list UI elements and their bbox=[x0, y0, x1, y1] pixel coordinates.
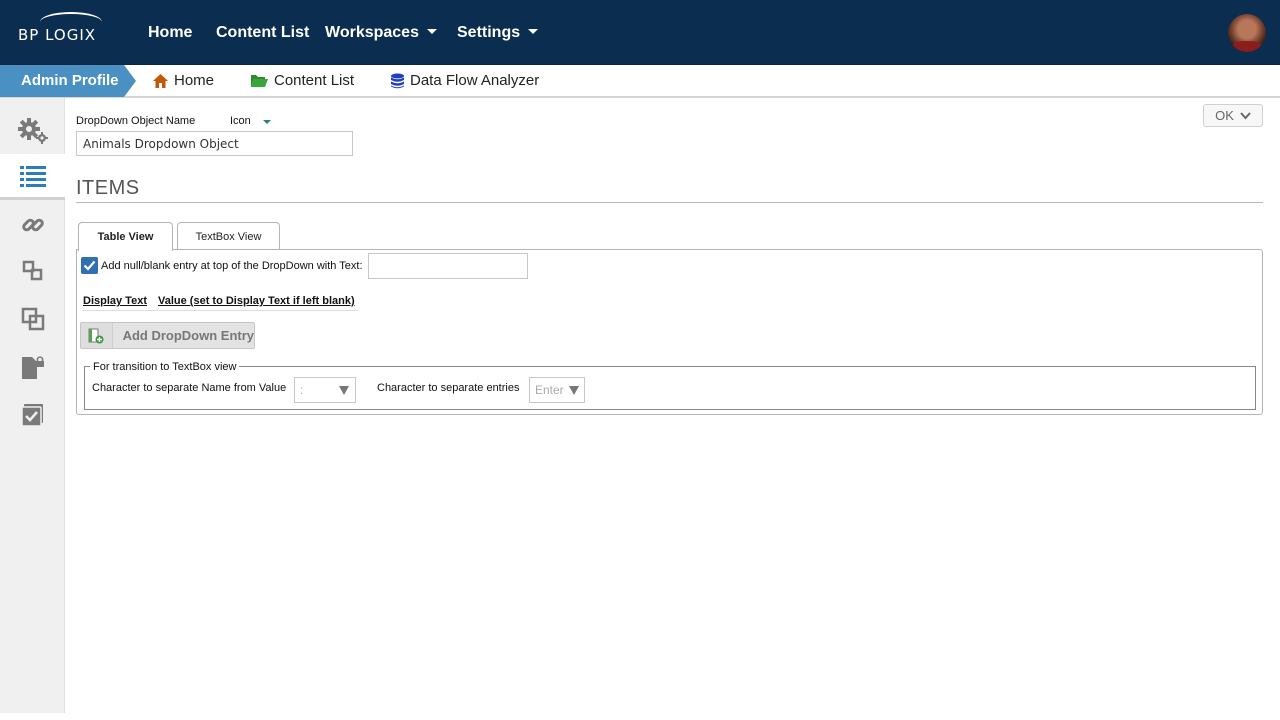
null-entry-label: Add null/blank entry at top of the DropD… bbox=[101, 260, 363, 272]
transition-legend: For transition to TextBox view bbox=[90, 361, 240, 373]
check-icon bbox=[83, 260, 96, 271]
user-avatar[interactable] bbox=[1228, 14, 1266, 52]
select-arrow-icon bbox=[569, 386, 579, 395]
admin-profile-label: Admin Profile bbox=[0, 65, 124, 97]
name-value-separator-select[interactable]: : bbox=[294, 377, 356, 403]
chevron-down-icon bbox=[1240, 111, 1251, 119]
admin-profile-tab[interactable]: Admin Profile bbox=[0, 65, 136, 97]
nav-workspaces[interactable]: Workspaces bbox=[325, 24, 437, 42]
nav-workspaces-label: Workspaces bbox=[325, 24, 419, 41]
sidebar-item-relations[interactable] bbox=[0, 248, 65, 294]
top-navigation-bar: BP LOGIX Home Content List Workspaces Se… bbox=[0, 0, 1280, 65]
null-entry-text-input[interactable] bbox=[368, 253, 528, 279]
relation-icon bbox=[22, 260, 42, 281]
copy-icon bbox=[21, 307, 44, 331]
null-entry-checkbox[interactable] bbox=[81, 257, 98, 274]
link-icon bbox=[21, 218, 44, 232]
add-entry-icon-box bbox=[81, 323, 113, 348]
sidebar-item-items[interactable] bbox=[0, 154, 65, 200]
avatar-shirt bbox=[1232, 41, 1262, 52]
locked-file-icon bbox=[21, 356, 44, 379]
home-icon bbox=[153, 73, 168, 88]
logo-text: BP LOGIX bbox=[18, 26, 97, 44]
left-sidebar bbox=[0, 98, 65, 713]
add-row-icon bbox=[88, 328, 104, 343]
sidebar-item-links[interactable] bbox=[0, 202, 65, 248]
breadcrumb-content-list[interactable]: Content List bbox=[250, 72, 354, 89]
ok-button[interactable]: OK bbox=[1203, 104, 1263, 127]
nav-home-label: Home bbox=[148, 24, 193, 41]
ok-button-label: OK bbox=[1215, 108, 1234, 123]
breadcrumb-data-flow-analyzer[interactable]: Data Flow Analyzer bbox=[390, 72, 539, 89]
add-dropdown-entry-label: Add DropDown Entry bbox=[122, 328, 254, 343]
icon-label: Icon bbox=[230, 115, 251, 127]
caret-down-icon bbox=[528, 29, 539, 34]
nav-settings-label: Settings bbox=[457, 24, 521, 41]
sidebar-item-settings[interactable] bbox=[0, 108, 65, 154]
breadcrumb-data-flow-analyzer-label: Data Flow Analyzer bbox=[410, 72, 540, 89]
add-dropdown-entry-button[interactable]: Add DropDown Entry bbox=[80, 322, 255, 349]
name-value-separator-label: Character to separate Name from Value bbox=[92, 382, 287, 394]
sidebar-item-tasks[interactable] bbox=[0, 392, 65, 438]
breadcrumb-content-list-label: Content List bbox=[274, 72, 355, 89]
breadcrumb-home-label: Home bbox=[174, 72, 215, 89]
select-arrow-icon bbox=[339, 386, 349, 395]
nav-settings[interactable]: Settings bbox=[457, 24, 539, 42]
bp-logix-logo[interactable]: BP LOGIX bbox=[18, 12, 102, 44]
sidebar-item-copy[interactable] bbox=[0, 296, 65, 342]
tab-table-view-label: Table View bbox=[97, 231, 154, 243]
nav-content-list[interactable]: Content List bbox=[216, 24, 309, 42]
name-value-separator-value: : bbox=[300, 383, 304, 397]
object-name-label: DropDown Object Name bbox=[76, 115, 196, 127]
folder-open-icon bbox=[251, 75, 268, 87]
sidebar-item-security[interactable] bbox=[0, 344, 65, 390]
tab-table-view[interactable]: Table View bbox=[78, 222, 173, 251]
database-icon bbox=[391, 73, 404, 88]
nav-home[interactable]: Home bbox=[148, 24, 192, 42]
entries-separator-select[interactable]: Enter bbox=[529, 377, 585, 403]
caret-down-icon bbox=[426, 29, 437, 34]
items-section-title: ITEMS bbox=[76, 177, 140, 199]
entries-separator-value: Enter bbox=[535, 383, 564, 397]
list-icon bbox=[19, 165, 46, 187]
object-name-input[interactable]: Animals Dropdown Object bbox=[76, 131, 353, 156]
items-divider bbox=[76, 202, 1263, 203]
checklist-icon bbox=[20, 404, 43, 427]
tab-textbox-view[interactable]: TextBox View bbox=[177, 222, 280, 250]
column-value[interactable]: Value (set to Display Text if left blank… bbox=[158, 295, 355, 307]
breadcrumb-arrow bbox=[124, 65, 136, 97]
breadcrumb-bar: Admin Profile Home Content List Data Flo… bbox=[0, 65, 1280, 98]
nav-content-list-label: Content List bbox=[216, 24, 310, 41]
column-display-text[interactable]: Display Text bbox=[83, 295, 147, 307]
tab-textbox-view-label: TextBox View bbox=[195, 230, 262, 243]
gears-icon bbox=[17, 118, 48, 144]
breadcrumb-home[interactable]: Home bbox=[152, 72, 214, 89]
entries-separator-label: Character to separate entries bbox=[377, 382, 520, 394]
icon-dropdown-caret-icon[interactable] bbox=[263, 120, 271, 124]
column-header-divider bbox=[82, 310, 358, 311]
